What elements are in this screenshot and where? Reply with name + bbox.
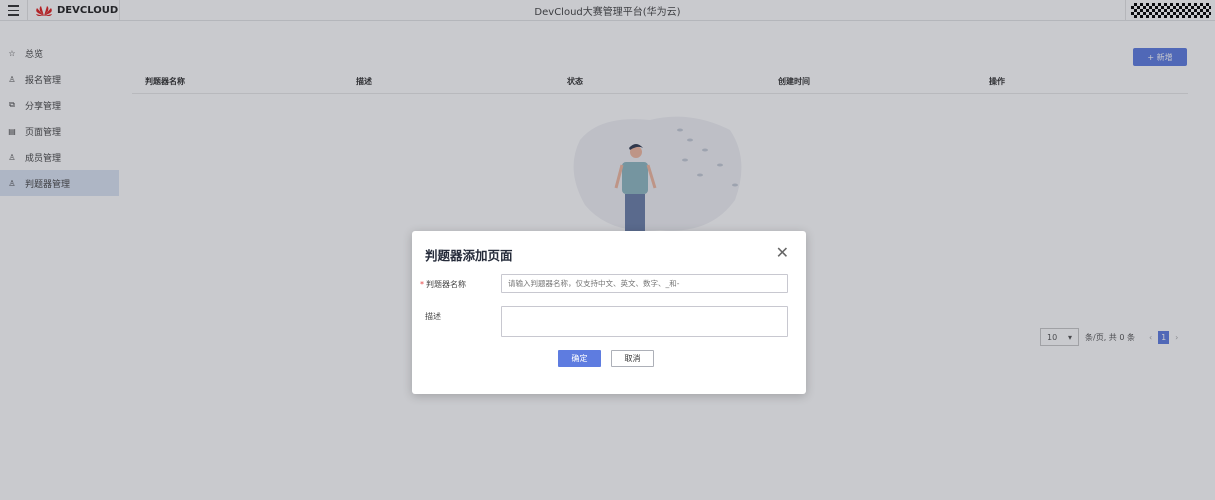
name-label-text: 判题器名称: [426, 280, 466, 289]
cancel-button[interactable]: 取消: [611, 350, 654, 367]
required-mark: *: [420, 280, 424, 289]
name-label: * 判题器名称: [420, 279, 466, 290]
dialog-title: 判题器添加页面: [425, 248, 513, 263]
desc-label: 描述: [425, 312, 441, 321]
add-judge-dialog: 判题器添加页面 ✕ *判题器名称 描述 确定 取消: [412, 231, 806, 394]
confirm-button[interactable]: 确定: [558, 350, 601, 367]
description-textarea[interactable]: [501, 306, 788, 337]
judge-name-input[interactable]: [501, 274, 788, 293]
close-icon[interactable]: ✕: [776, 245, 789, 261]
